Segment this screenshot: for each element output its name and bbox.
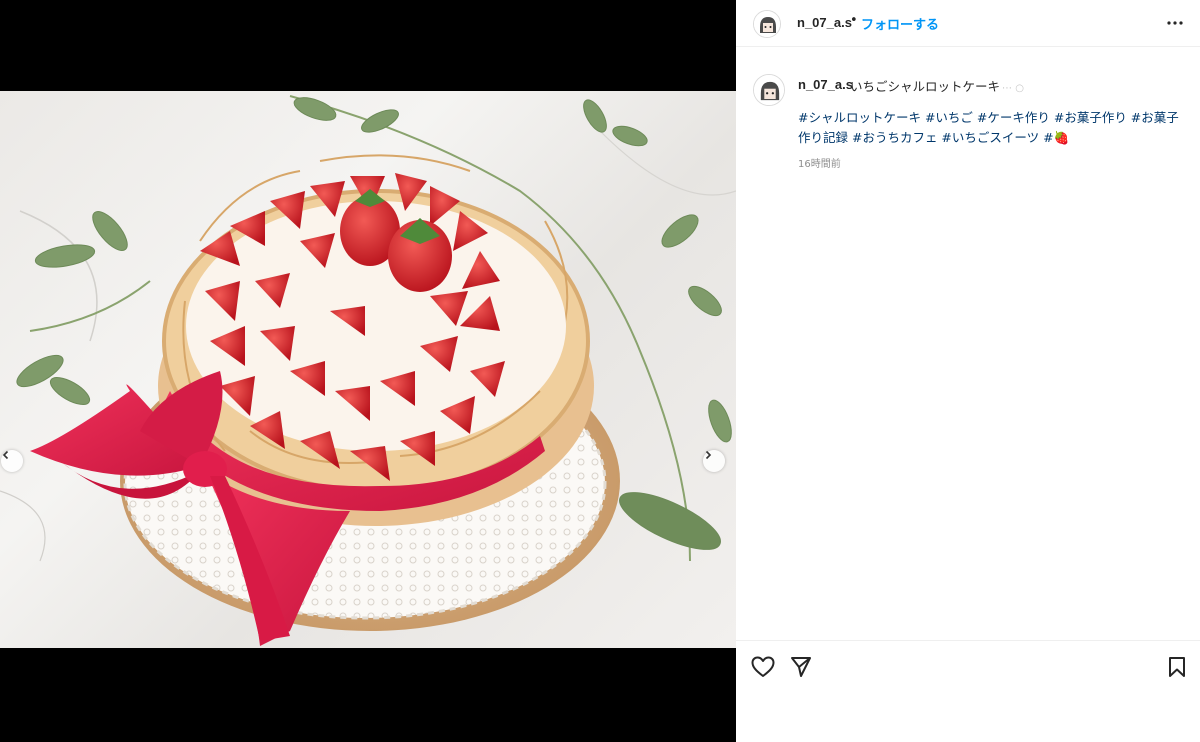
paper-plane-icon	[791, 657, 811, 677]
caption-text: いちごシャルロットケーキ ⋯ ○	[850, 76, 1024, 95]
caption-title-trailing: ⋯ ○	[1002, 83, 1024, 94]
caption-hashtags: #シャルロットケーキ #いちご #ケーキ作り #お菓子作り #お菓子 作り記録 …	[798, 108, 1184, 148]
chevron-left-icon	[2, 450, 9, 460]
separator-dot: •	[850, 13, 858, 28]
next-photo-button[interactable]	[703, 450, 725, 472]
previous-photo-button[interactable]	[1, 450, 23, 472]
hashtags-line-1[interactable]: #シャルロットケーキ #いちご #ケーキ作り #お菓子作り #お菓子	[798, 108, 1184, 128]
post-username[interactable]: n_07_a.s	[797, 15, 852, 30]
caption-avatar[interactable]	[753, 74, 785, 106]
more-horizontal-icon	[1167, 21, 1183, 25]
post-header: n_07_a.s • フォローする	[736, 0, 1200, 47]
heart-icon	[751, 656, 775, 677]
share-button[interactable]	[787, 653, 815, 681]
post-side-panel: n_07_a.s • フォローする n_07_a.s いちごシャルロットケーキ ⋯…	[736, 0, 1200, 742]
cake-photo-illustration	[0, 95, 736, 646]
post-timestamp[interactable]: 16時間前	[798, 155, 841, 170]
caption-username[interactable]: n_07_a.s	[798, 77, 853, 92]
post-photo	[0, 91, 736, 648]
chevron-right-icon	[705, 450, 712, 460]
like-button[interactable]	[749, 653, 777, 681]
more-options-button[interactable]	[1162, 12, 1188, 34]
avatar-illustration-icon	[754, 75, 784, 105]
post-actions	[736, 640, 1200, 742]
avatar[interactable]	[753, 10, 781, 38]
hashtags-line-2[interactable]: 作り記録 #おうちカフェ #いちごスイーツ #🍓	[798, 128, 1184, 148]
follow-button[interactable]: フォローする	[861, 14, 939, 33]
save-button[interactable]	[1163, 653, 1191, 681]
avatar-illustration-icon	[754, 11, 780, 37]
post-media	[0, 0, 736, 742]
bookmark-icon	[1169, 657, 1185, 677]
caption-title: いちごシャルロットケーキ	[850, 79, 1001, 94]
